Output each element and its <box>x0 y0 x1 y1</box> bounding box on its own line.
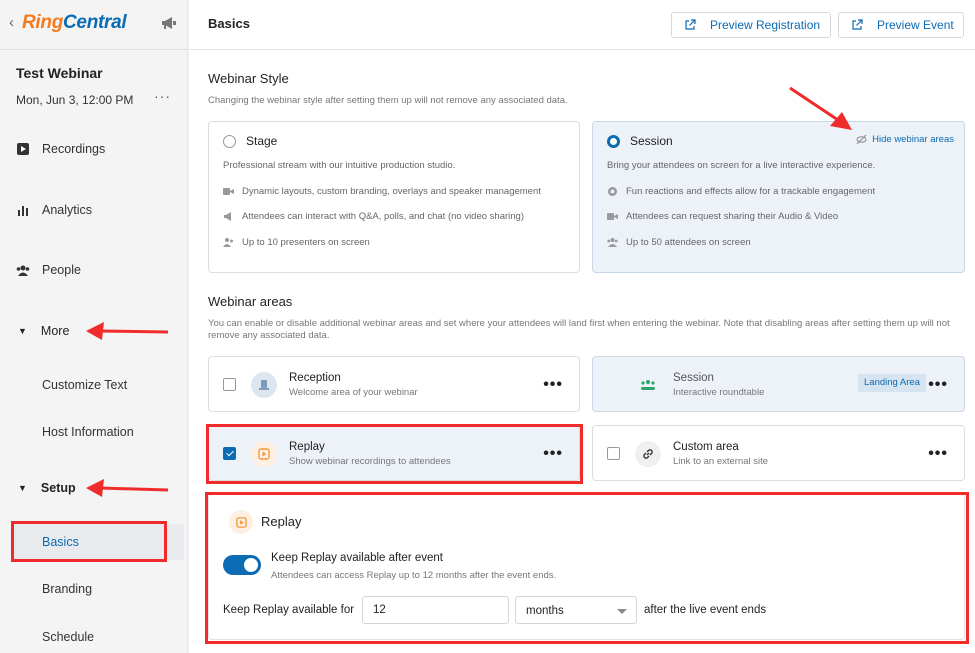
stage-feature: Dynamic layouts, custom branding, overla… <box>223 186 541 197</box>
replay-more-icon[interactable]: ••• <box>543 445 563 463</box>
link-icon <box>635 441 661 467</box>
session-area-icon <box>635 372 661 398</box>
replay-settings-panel: Replay Keep Replay available after event… <box>208 494 965 640</box>
session-area-name: Session <box>673 372 714 384</box>
reception-more-icon[interactable]: ••• <box>543 376 563 394</box>
replay-icon <box>229 510 253 534</box>
stage-feature: Attendees can interact with Q&A, polls, … <box>223 211 524 222</box>
keep-replay-toggle[interactable] <box>223 555 261 575</box>
area-card-session[interactable]: Session Interactive roundtable Landing A… <box>592 356 965 412</box>
session-radio[interactable] <box>607 135 620 148</box>
area-card-custom[interactable]: Custom area Link to an external site ••• <box>592 425 965 481</box>
nav-active-highlight <box>12 524 184 560</box>
caret-down-icon: ▼ <box>18 326 27 336</box>
video-icon <box>607 211 618 222</box>
landing-area-badge: Landing Area <box>858 374 926 392</box>
analytics-icon <box>16 203 30 217</box>
session-feature: Up to 50 attendees on screen <box>607 237 751 248</box>
stage-name: Stage <box>246 134 278 148</box>
stage-feature: Up to 10 presenters on screen <box>223 237 370 248</box>
style-card-session[interactable]: Session Hide webinar areas Bring your at… <box>592 121 965 273</box>
session-area-more-icon[interactable]: ••• <box>928 376 948 394</box>
external-link-icon <box>685 19 696 30</box>
webinar-title: Test Webinar <box>16 65 103 81</box>
reception-icon <box>251 372 277 398</box>
external-link-icon <box>852 19 863 30</box>
session-feature: Fun reactions and effects allow for a tr… <box>607 186 875 197</box>
ringcentral-logo: RingCentral <box>22 12 127 33</box>
keep-for-label: Keep Replay available for <box>223 604 355 616</box>
session-feature: Attendees can request sharing their Audi… <box>607 211 838 222</box>
replay-panel-title: Replay <box>261 514 302 529</box>
replay-duration-input[interactable] <box>362 596 509 624</box>
megaphone-icon[interactable] <box>160 14 178 32</box>
nav-item-recordings[interactable]: Recordings <box>16 139 105 159</box>
nav-section-more[interactable]: ▼ More <box>18 324 69 338</box>
reception-sub: Welcome area of your webinar <box>289 387 418 398</box>
webinar-areas-title: Webinar areas <box>208 294 293 309</box>
nav-item-branding[interactable]: Branding <box>42 582 92 596</box>
toggle-knob <box>244 558 258 572</box>
style-card-stage[interactable]: Stage Professional stream with our intui… <box>208 121 580 273</box>
custom-area-more-icon[interactable]: ••• <box>928 445 948 463</box>
sidebar: ‹ RingCentral Test Webinar Mon, Jun 3, 1… <box>0 0 188 653</box>
nav-item-basics[interactable]: Basics <box>42 535 79 549</box>
page-title: Basics <box>208 16 250 31</box>
stage-radio[interactable] <box>223 135 236 148</box>
preview-registration-button[interactable]: Preview Registration <box>671 12 831 38</box>
main-content: Basics Preview Registration Preview Even… <box>189 0 975 653</box>
reception-checkbox[interactable] <box>223 378 236 391</box>
area-card-reception[interactable]: Reception Welcome area of your webinar •… <box>208 356 580 412</box>
nav-item-analytics[interactable]: Analytics <box>16 200 92 220</box>
recordings-icon <box>16 142 30 156</box>
presenters-icon <box>223 237 234 248</box>
back-chevron-icon[interactable]: ‹ <box>9 14 14 31</box>
webinar-date: Mon, Jun 3, 12:00 PM <box>16 93 134 107</box>
attendees-icon <box>607 237 618 248</box>
reaction-icon <box>607 186 618 197</box>
webinar-style-description: Changing the webinar style after setting… <box>208 95 568 106</box>
custom-area-name: Custom area <box>673 441 739 453</box>
session-name: Session <box>630 134 673 148</box>
session-area-sub: Interactive roundtable <box>673 387 765 398</box>
replay-unit-select[interactable]: months <box>515 596 637 624</box>
caret-down-icon <box>617 609 627 614</box>
preview-event-button[interactable]: Preview Event <box>838 12 964 38</box>
nav-item-customize-text[interactable]: Customize Text <box>42 378 127 392</box>
keep-replay-label: Keep Replay available after event <box>271 552 443 564</box>
replay-checkbox[interactable] <box>223 447 236 460</box>
top-bar: Basics Preview Registration Preview Even… <box>189 0 975 50</box>
custom-area-checkbox[interactable] <box>607 447 620 460</box>
area-card-replay[interactable]: Replay Show webinar recordings to attend… <box>208 425 580 481</box>
session-description: Bring your attendees on screen for a liv… <box>607 160 876 171</box>
video-icon <box>223 186 234 197</box>
webinar-areas-description: You can enable or disable additional web… <box>208 318 950 341</box>
keep-replay-sub: Attendees can access Replay up to 12 mon… <box>271 570 557 581</box>
replay-sub: Show webinar recordings to attendees <box>289 456 451 467</box>
nav-section-setup[interactable]: ▼ Setup <box>18 481 76 495</box>
after-event-label: after the live event ends <box>644 604 767 616</box>
custom-area-sub: Link to an external site <box>673 456 769 467</box>
people-icon <box>16 263 30 277</box>
brand-row: ‹ RingCentral <box>0 0 188 50</box>
caret-down-icon: ▼ <box>18 483 27 493</box>
replay-name: Replay <box>289 441 325 453</box>
megaphone-icon <box>223 211 234 222</box>
nav-item-schedule[interactable]: Schedule <box>42 630 94 644</box>
replay-icon <box>251 441 277 467</box>
stage-description: Professional stream with our intuitive p… <box>223 160 456 171</box>
nav-item-people[interactable]: People <box>16 260 81 280</box>
nav-item-host-information[interactable]: Host Information <box>42 425 134 439</box>
eye-off-icon <box>856 134 867 145</box>
hide-webinar-areas-link[interactable]: Hide webinar areas <box>856 134 954 145</box>
webinar-style-title: Webinar Style <box>208 71 289 86</box>
reception-name: Reception <box>289 372 341 384</box>
webinar-more-icon[interactable]: ··· <box>154 88 171 104</box>
